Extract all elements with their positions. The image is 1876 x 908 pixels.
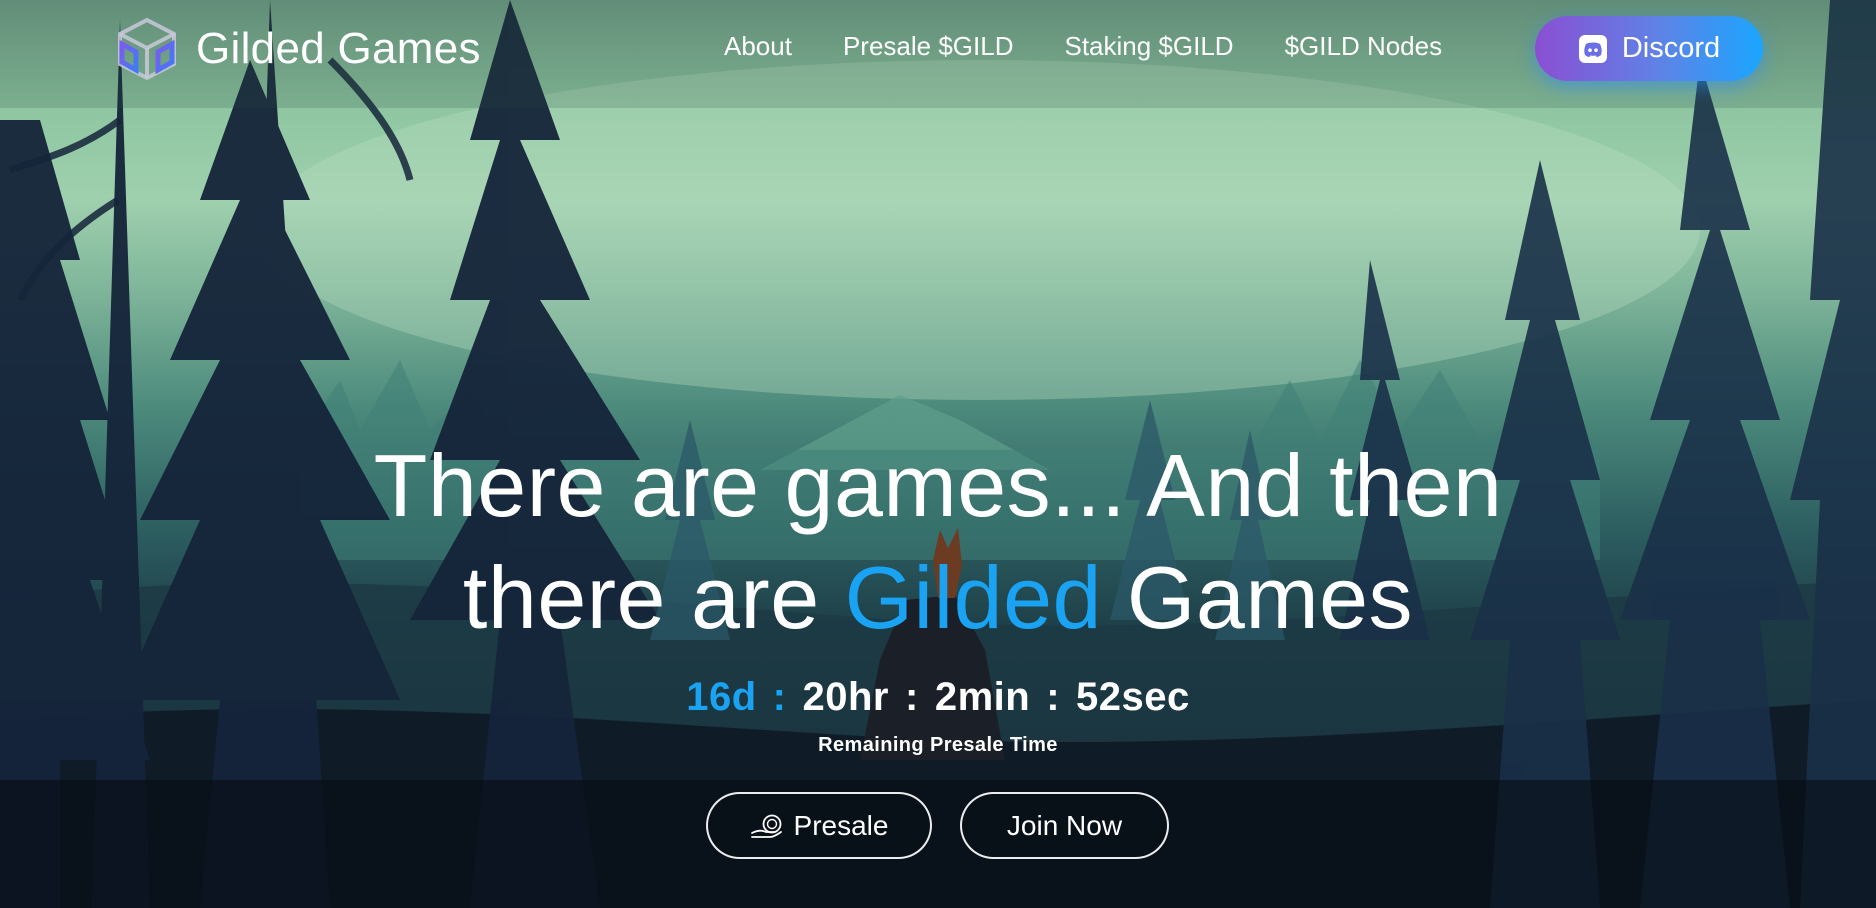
hero-headline-line2-pre: there are: [462, 548, 820, 647]
countdown-separator: :: [772, 675, 787, 719]
nav-gild-nodes[interactable]: $GILD Nodes: [1285, 31, 1443, 62]
discord-icon: [1578, 34, 1607, 63]
coin-stack-icon: [750, 814, 782, 838]
presale-button[interactable]: Presale: [706, 792, 932, 859]
discord-button[interactable]: Discord: [1535, 16, 1763, 81]
hero-headline: There are games... And then there are Gi…: [0, 430, 1876, 654]
brand[interactable]: Gilded Games: [112, 14, 481, 84]
hero-headline-accent: Gilded: [844, 548, 1102, 647]
nav-presale-gild[interactable]: Presale $GILD: [843, 31, 1014, 62]
hero-headline-line1: There are games... And then: [373, 436, 1503, 535]
discord-button-label: Discord: [1621, 32, 1721, 64]
countdown-minutes: 2min: [934, 675, 1031, 719]
countdown-caption: Remaining Presale Time: [818, 734, 1058, 756]
nav-staking-gild[interactable]: Staking $GILD: [1064, 31, 1233, 62]
cube-logo-icon: [118, 17, 176, 81]
top-navbar: Gilded Games About Presale $GILD Staking…: [0, 0, 1876, 108]
countdown-hours: 20hr: [802, 675, 889, 719]
countdown-seconds: 52sec: [1076, 675, 1190, 719]
countdown-days: 16d: [686, 675, 757, 719]
brand-name: Gilded Games: [196, 24, 481, 73]
nav-about[interactable]: About: [724, 31, 792, 62]
presale-button-label: Presale: [793, 809, 889, 841]
countdown-separator: :: [1046, 675, 1061, 719]
join-now-button-label: Join Now: [1006, 809, 1123, 841]
main-nav: About Presale $GILD Staking $GILD $GILD …: [724, 26, 1442, 66]
hero-headline-line2-post: Games: [1126, 548, 1414, 647]
presale-countdown: 16d:20hr:2min:52sec: [0, 675, 1876, 720]
join-now-button[interactable]: Join Now: [960, 792, 1169, 859]
countdown-separator: :: [905, 675, 919, 719]
